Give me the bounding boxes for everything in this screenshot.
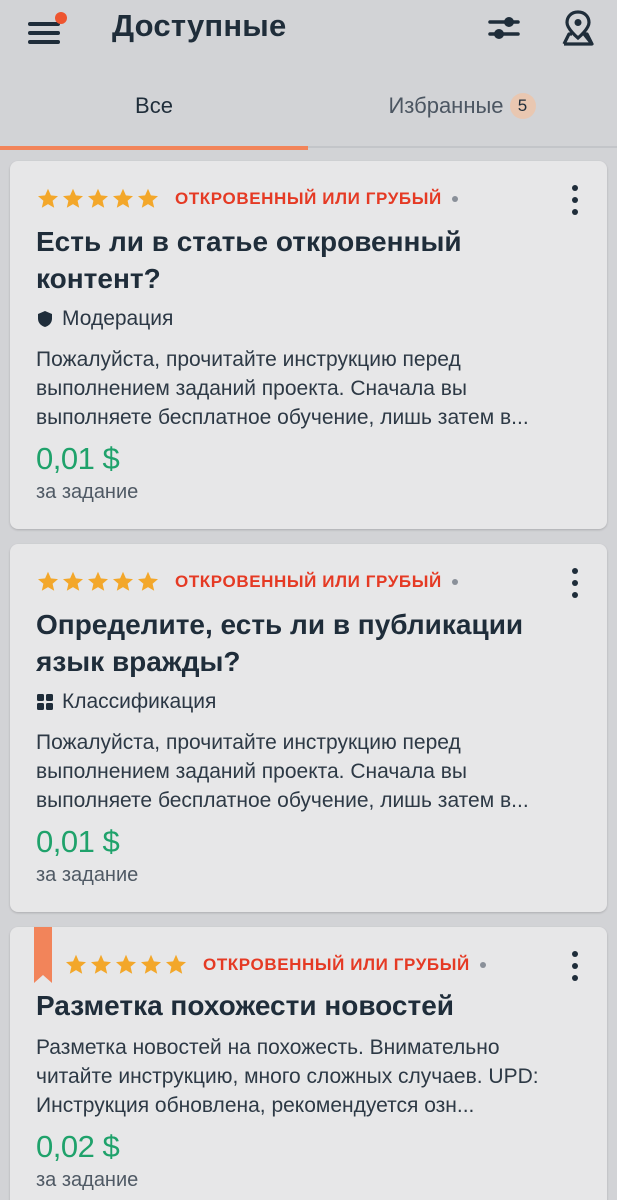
- star-icon: [66, 954, 86, 974]
- rating-stars: [36, 187, 161, 211]
- more-options-button[interactable]: [565, 183, 585, 217]
- tab-all[interactable]: Все: [0, 64, 308, 150]
- page-title: Доступные: [112, 8, 287, 43]
- more-dot: [572, 197, 578, 203]
- star-icon: [63, 188, 83, 208]
- category-label: ОТКРОВЕННЫЙ ИЛИ ГРУБЫЙ: [175, 572, 442, 591]
- hamburger-bar: [28, 40, 60, 44]
- more-vertical-icon: [572, 951, 578, 957]
- map-button[interactable]: [556, 8, 600, 48]
- card-header: ОТКРОВЕННЫЙ ИЛИ ГРУБЫЙ: [64, 951, 486, 979]
- top-bar: Доступные: [0, 0, 617, 56]
- card-header: ОТКРОВЕННЫЙ ИЛИ ГРУБЫЙ: [36, 185, 458, 213]
- task-card[interactable]: ОТКРОВЕННЫЙ ИЛИ ГРУБЫЙ Разметка похожест…: [10, 927, 607, 1200]
- star-icon: [88, 188, 108, 208]
- favorites-count-badge: 5: [509, 93, 536, 119]
- task-title: Есть ли в статье откровенный контент?: [36, 226, 462, 294]
- star-icon: [91, 954, 111, 974]
- task-title: Разметка похожести новостей: [36, 990, 454, 1021]
- menu-button[interactable]: [22, 12, 67, 46]
- task-tag: Классификация: [36, 690, 216, 714]
- task-card[interactable]: ОТКРОВЕННЫЙ ИЛИ ГРУБЫЙ Определите, есть …: [10, 544, 607, 912]
- task-price: 0,02 $: [36, 1129, 120, 1164]
- task-card[interactable]: ОТКРОВЕННЫЙ ИЛИ ГРУБЫЙ Есть ли в статье …: [10, 161, 607, 529]
- task-tag-label: Модерация: [62, 307, 174, 330]
- more-vertical-icon: [572, 568, 578, 574]
- active-tab-indicator: [0, 146, 308, 150]
- price-unit: за задание: [36, 864, 139, 886]
- more-dot: [572, 975, 578, 981]
- map-pin-icon: [562, 10, 594, 46]
- separator-dot: [479, 962, 486, 968]
- star-icon: [113, 188, 133, 208]
- filter-button[interactable]: [482, 8, 526, 48]
- bookmark-ribbon-icon: [34, 927, 52, 983]
- rating-stars: [64, 953, 189, 977]
- star-icon: [166, 954, 186, 974]
- notification-dot: [55, 12, 67, 24]
- star-icon: [141, 954, 161, 974]
- rating-stars: [36, 570, 161, 594]
- star-icon: [88, 571, 108, 591]
- more-dot: [572, 580, 578, 586]
- separator-dot: [451, 579, 458, 585]
- card-header: ОТКРОВЕННЫЙ ИЛИ ГРУБЫЙ: [36, 568, 458, 596]
- sliders-icon: [488, 17, 520, 39]
- category-label: ОТКРОВЕННЫЙ ИЛИ ГРУБЫЙ: [175, 189, 442, 208]
- star-icon: [63, 571, 83, 591]
- tab-all-label: Все: [135, 93, 173, 118]
- task-description: Пожалуйста, прочитайте инструкцию перед …: [36, 348, 529, 429]
- separator-dot: [451, 196, 458, 202]
- hamburger-bar: [28, 31, 60, 35]
- star-icon: [38, 188, 58, 208]
- star-icon: [138, 188, 158, 208]
- star-icon: [138, 571, 158, 591]
- task-tag: Модерация: [36, 307, 173, 331]
- star-icon: [116, 954, 136, 974]
- more-options-button[interactable]: [565, 566, 585, 600]
- more-dot: [572, 963, 578, 969]
- more-dot: [572, 592, 578, 598]
- tab-favorites-label: Избранные: [388, 93, 504, 118]
- tab-bar: Все Избранные 5: [0, 64, 617, 150]
- task-description: Разметка новостей на похожесть. Внимател…: [36, 1036, 539, 1117]
- tab-favorites[interactable]: Избранные 5: [308, 64, 616, 148]
- task-title: Определите, есть ли в публикации язык вр…: [36, 609, 524, 677]
- task-tag-label: Классификация: [62, 690, 217, 713]
- app-root: Доступные Все Избранные 5 ОТКРОВЕННЫЙ ИЛ…: [0, 0, 617, 1200]
- price-unit: за задание: [36, 1169, 139, 1191]
- more-dot: [572, 209, 578, 215]
- star-icon: [38, 571, 58, 591]
- hamburger-menu-icon: [28, 22, 60, 26]
- shield-icon: [38, 311, 52, 327]
- grid-icon: [37, 694, 53, 710]
- task-description: Пожалуйста, прочитайте инструкцию перед …: [36, 731, 529, 812]
- more-vertical-icon: [572, 185, 578, 191]
- task-price: 0,01 $: [36, 441, 120, 476]
- task-price: 0,01 $: [36, 824, 120, 859]
- star-icon: [113, 571, 133, 591]
- more-options-button[interactable]: [565, 949, 585, 983]
- category-label: ОТКРОВЕННЫЙ ИЛИ ГРУБЫЙ: [203, 955, 470, 974]
- price-unit: за задание: [36, 481, 139, 503]
